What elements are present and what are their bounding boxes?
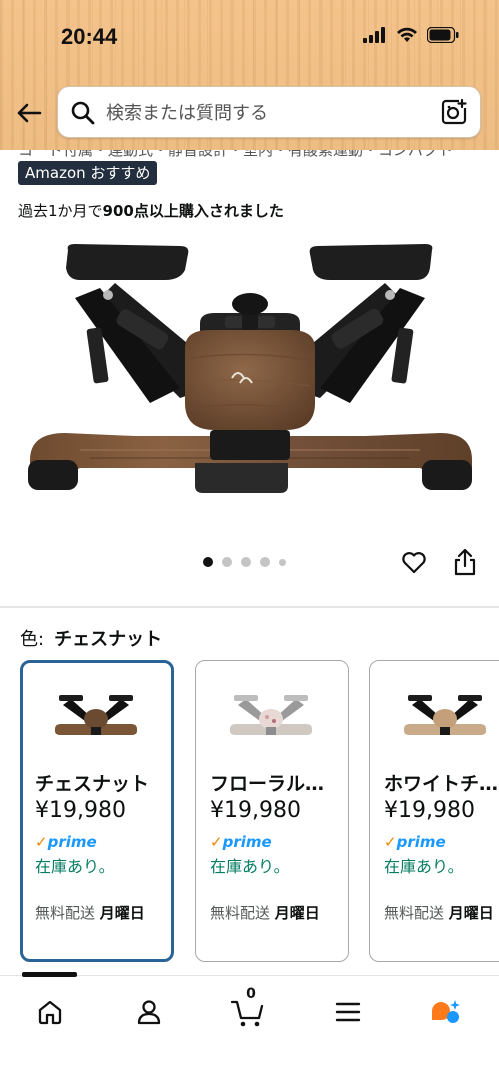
variant-price: ¥19,980 <box>384 798 475 823</box>
tab-menu[interactable] <box>328 992 368 1032</box>
camera-icon[interactable] <box>440 98 468 126</box>
shipping-day: 月曜日 <box>448 904 494 922</box>
color-selector-label: 色: チェスナット <box>20 625 162 651</box>
variant-card-white-chestnut[interactable]: ホワイトチ… ¥19,980 ✓prime 在庫あり。 無料配送 月曜日 <box>369 660 499 962</box>
heart-icon[interactable] <box>400 548 428 576</box>
active-tab-indicator <box>22 972 77 977</box>
battery-icon <box>427 27 459 43</box>
shipping-info: 無料配送 月曜日 <box>384 901 499 926</box>
amazon-choice-badge: Amazon おすすめ <box>18 161 158 185</box>
home-icon <box>38 1000 62 1025</box>
section-divider <box>0 606 499 608</box>
product-title-clipped: コード付属・連動式・静音設計・室内・有酸素運動・コンパクト <box>0 150 499 158</box>
variant-thumbnail <box>230 695 312 735</box>
menu-icon <box>335 1002 361 1022</box>
search-bar[interactable] <box>57 86 481 138</box>
variant-price: ¥19,980 <box>35 798 126 823</box>
color-label-prefix: 色: <box>20 629 45 650</box>
prime-check-icon: ✓ <box>35 833 48 851</box>
back-arrow-icon[interactable] <box>14 98 44 128</box>
shipping-info: 無料配送 月曜日 <box>210 901 336 926</box>
alexa-icon <box>432 1000 460 1023</box>
cart-count: 0 <box>246 986 256 1002</box>
bottom-tab-bar: 0 <box>0 972 499 1081</box>
prime-badge: ✓prime <box>35 833 97 851</box>
tab-alexa[interactable] <box>426 992 466 1032</box>
color-selected-value: チェスナット <box>54 629 163 650</box>
prime-label: prime <box>396 833 446 851</box>
stock-status: 在庫あり。 <box>384 857 464 876</box>
shipping-label: 無料配送 <box>35 904 96 922</box>
prime-check-icon: ✓ <box>384 833 397 851</box>
carousel-dot[interactable] <box>279 558 286 566</box>
tab-account[interactable] <box>129 992 169 1032</box>
wifi-icon <box>397 27 417 42</box>
signal-icon <box>363 27 385 43</box>
status-time: 20:44 <box>61 24 118 49</box>
variant-name: ホワイトチ… <box>384 773 499 795</box>
product-image[interactable] <box>20 238 480 518</box>
carousel-dots[interactable] <box>203 557 286 567</box>
variant-price: ¥19,980 <box>210 798 301 823</box>
carousel-dot[interactable] <box>241 557 251 567</box>
search-input[interactable] <box>104 97 428 129</box>
carousel-dot[interactable] <box>203 557 213 567</box>
shipping-info: 無料配送 月曜日 <box>35 901 161 926</box>
variant-card-chestnut[interactable]: チェスナット ¥19,980 ✓prime 在庫あり。 無料配送 月曜日 <box>20 660 174 962</box>
product-title-text: コード付属・連動式・静音設計・室内・有酸素運動・コンパクト <box>18 150 453 158</box>
shipping-label: 無料配送 <box>384 904 445 922</box>
search-icon <box>71 101 95 125</box>
tab-cart[interactable]: 0 <box>228 986 268 1032</box>
stock-status: 在庫あり。 <box>35 857 115 876</box>
share-icon[interactable] <box>452 547 478 577</box>
prime-label: prime <box>222 833 272 851</box>
variant-name: チェスナット <box>35 773 150 795</box>
status-icons <box>363 27 459 43</box>
variant-thumbnail <box>55 695 137 735</box>
purchase-prefix: 過去1か月で <box>18 202 103 220</box>
variant-card-floral[interactable]: フローラル… ¥19,980 ✓prime 在庫あり。 無料配送 月曜日 <box>195 660 349 962</box>
carousel-dot[interactable] <box>260 557 270 567</box>
stock-status: 在庫あり。 <box>210 857 290 876</box>
purchase-count-bold: 900点以上購入されました <box>102 202 284 220</box>
variant-thumbnail <box>404 695 486 735</box>
tab-home[interactable] <box>30 992 70 1032</box>
prime-check-icon: ✓ <box>210 833 223 851</box>
prime-badge: ✓prime <box>210 833 272 851</box>
app-header: 20:44 <box>0 0 499 150</box>
prime-label: prime <box>47 833 97 851</box>
person-icon <box>137 1000 161 1025</box>
variant-name: フローラル… <box>210 773 325 795</box>
carousel-dot[interactable] <box>222 557 232 567</box>
shipping-label: 無料配送 <box>210 904 271 922</box>
prime-badge: ✓prime <box>384 833 446 851</box>
shipping-day: 月曜日 <box>274 904 320 922</box>
shipping-day: 月曜日 <box>99 904 145 922</box>
purchase-count: 過去1か月で900点以上購入されました <box>18 200 284 221</box>
